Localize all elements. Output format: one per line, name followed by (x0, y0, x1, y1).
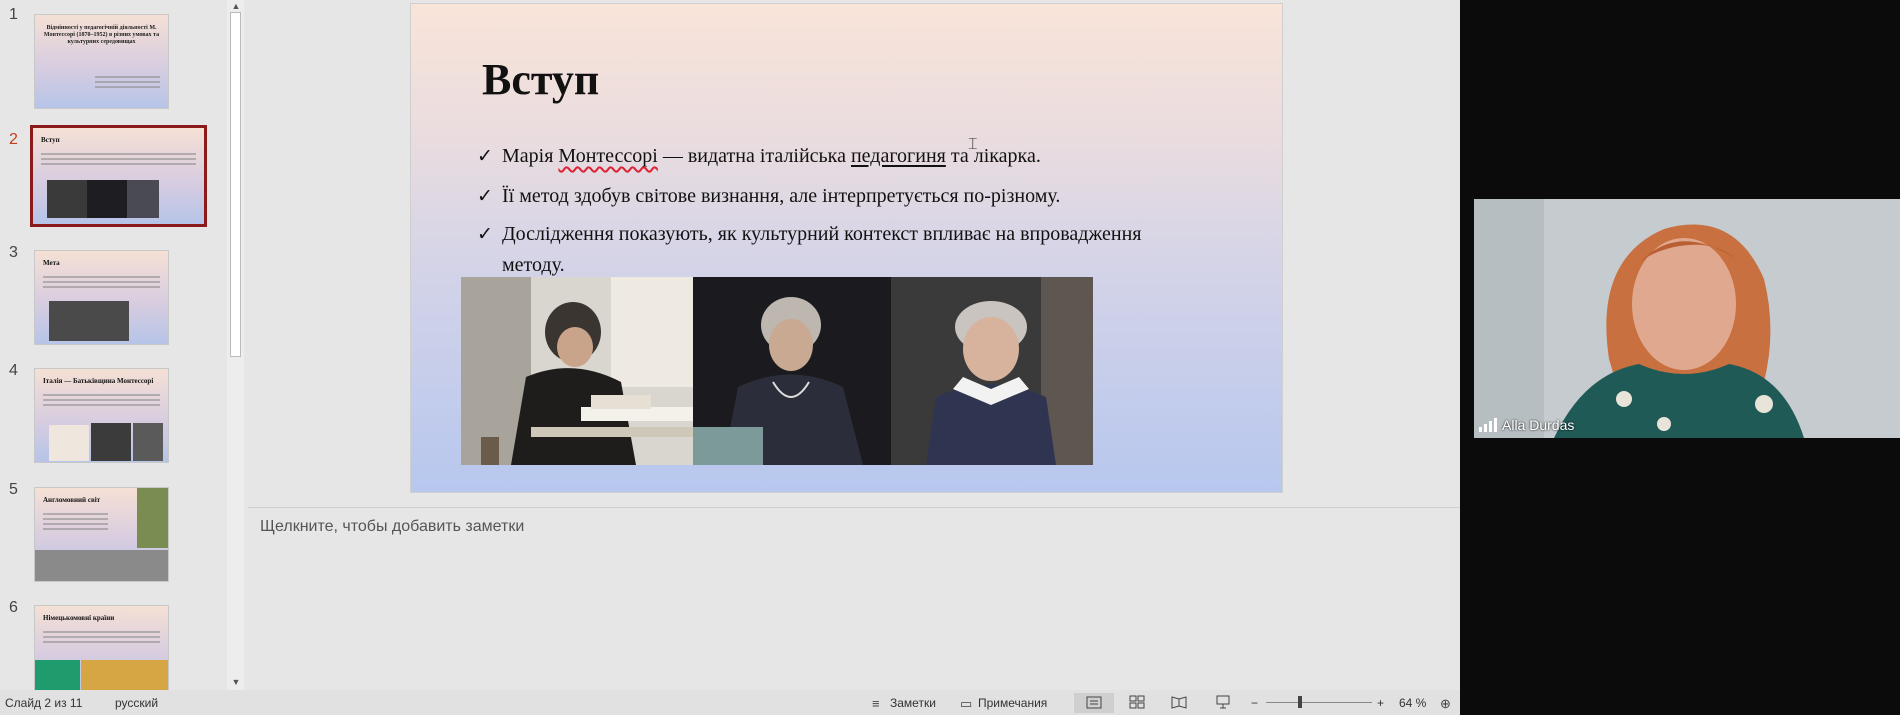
thumbnail-image[interactable]: Англомовний світ (34, 487, 169, 582)
bullet-text: Її метод здобув світове визнання, але ін… (502, 185, 1061, 207)
thumbnail-number: 1 (9, 6, 18, 23)
thumbnail-photo (137, 488, 168, 548)
thumbnail-title: Відмінності у педагогічній діяльності М.… (43, 25, 160, 45)
thumbnail-slide-3[interactable]: 3 Мета (0, 244, 227, 345)
fit-to-window-icon[interactable]: ⊕ (1440, 696, 1451, 712)
thumbnail-title: Вступ (41, 136, 60, 144)
photo-montessori-elder (891, 277, 1093, 465)
zoom-in-button[interactable]: + (1377, 696, 1384, 710)
thumbnail-photo (133, 423, 163, 461)
checkmark-icon: ✓ (477, 146, 493, 167)
thumbnail-photo (81, 660, 168, 690)
bullet-text: Дослідження показують, як культурний кон… (502, 223, 1142, 245)
scroll-down-arrow-icon[interactable]: ▼ (229, 676, 243, 688)
thumbnail-photo (49, 301, 129, 341)
thumbnail-slide-4[interactable]: 4 Італія — Батьківщина Монтессорі (0, 362, 227, 463)
slide-title[interactable]: Вступ (482, 54, 599, 105)
thumbnail-slide-5[interactable]: 5 Англомовний світ (0, 481, 227, 582)
thumbnail-text-lines (41, 150, 196, 168)
thumbnail-photo (127, 180, 159, 218)
reading-view-icon[interactable] (1171, 695, 1187, 709)
powerpoint-window: 1 Відмінності у педагогічній діяльності … (0, 0, 1460, 715)
thumbnail-image-selected[interactable]: Вступ (30, 125, 207, 227)
comment-icon[interactable]: ▭ (960, 696, 972, 712)
notes-pane[interactable]: Щелкните, чтобы добавить заметки (248, 507, 1460, 691)
thumbnail-image[interactable]: Відмінності у педагогічній діяльності М.… (34, 14, 169, 109)
bullet-text: Марія Монтессорі — видатна італійська пе… (502, 145, 1041, 167)
participant-name: Alla Durdas (1502, 417, 1575, 433)
thumbnail-text-lines (43, 510, 108, 533)
photo-montessori-at-desk (461, 277, 693, 465)
slideshow-icon[interactable] (1215, 694, 1231, 710)
thumbnail-text-lines (43, 273, 160, 291)
thumbnail-number: 5 (9, 481, 18, 498)
scroll-up-arrow-icon[interactable]: ▲ (229, 0, 243, 12)
checkmark-icon: ✓ (477, 186, 493, 207)
thumbnail-photo (91, 423, 131, 461)
thumbnail-text-lines (95, 73, 160, 91)
zoom-level[interactable]: 64 % (1399, 696, 1426, 710)
notes-button[interactable]: Заметки (890, 696, 936, 710)
thumbnail-photo (47, 180, 87, 218)
thumbnail-photo (35, 660, 80, 690)
zoom-slider[interactable] (1266, 702, 1372, 703)
thumbnail-number: 4 (9, 362, 18, 379)
slide-thumbnails-pane: 1 Відмінності у педагогічній діяльності … (0, 0, 227, 690)
participant-video-tile[interactable]: Alla Durdas (1474, 199, 1900, 438)
thumbnail-text-lines (43, 391, 160, 409)
text-cursor-icon: ⌶ (968, 136, 978, 154)
thumbnail-number: 6 (9, 599, 18, 616)
zoom-slider-thumb[interactable] (1297, 696, 1302, 708)
thumbnail-text-lines (43, 628, 160, 646)
thumbnail-image[interactable]: Мета (34, 250, 169, 345)
thumbnail-slide-1[interactable]: 1 Відмінності у педагогічній діяльності … (0, 6, 227, 109)
thumbnail-photo (87, 180, 127, 218)
thumbnail-image[interactable]: Німецькомовні країни (34, 605, 169, 690)
photo-montessori-portrait (693, 277, 891, 465)
current-slide[interactable]: Вступ ✓ Марія Монтессорі — видатна італі… (410, 3, 1283, 493)
checkmark-icon: ✓ (477, 224, 493, 245)
thumbnail-slide-2[interactable]: 2 Вступ (0, 125, 227, 227)
comments-button[interactable]: Примечания (978, 696, 1047, 710)
signal-strength-icon (1479, 418, 1497, 432)
participant-video-frame (1474, 199, 1900, 438)
scrollbar-thumb[interactable] (230, 12, 241, 357)
thumbnail-title: Мета (43, 259, 60, 267)
thumbnail-photo (49, 425, 89, 461)
thumbnail-photo (35, 550, 168, 581)
normal-view-icon[interactable] (1074, 693, 1114, 713)
thumbnail-number: 3 (9, 244, 18, 261)
thumbnail-title: Німецькомовні країни (43, 614, 115, 622)
notes-icon[interactable]: ≡ (872, 696, 880, 711)
thumbnails-scrollbar[interactable]: ▲ ▼ (227, 0, 244, 690)
slide-counter: Слайд 2 из 11 (5, 696, 83, 710)
status-bar: Слайд 2 из 11 русский ≡ Заметки ▭ Примеч… (0, 690, 1460, 715)
notes-placeholder[interactable]: Щелкните, чтобы добавить заметки (260, 518, 524, 536)
montessori-photos[interactable] (461, 277, 1093, 465)
thumbnail-slide-6[interactable]: 6 Німецькомовні країни (0, 599, 227, 690)
zoom-out-button[interactable]: − (1251, 696, 1258, 710)
thumbnail-title: Італія — Батьківщина Монтессорі (43, 377, 154, 385)
language-indicator[interactable]: русский (115, 696, 158, 710)
slide-sorter-icon[interactable] (1129, 695, 1145, 709)
thumbnail-number: 2 (9, 131, 18, 148)
thumbnail-title: Англомовний світ (43, 496, 101, 504)
thumbnail-image[interactable]: Італія — Батьківщина Монтессорі (34, 368, 169, 463)
